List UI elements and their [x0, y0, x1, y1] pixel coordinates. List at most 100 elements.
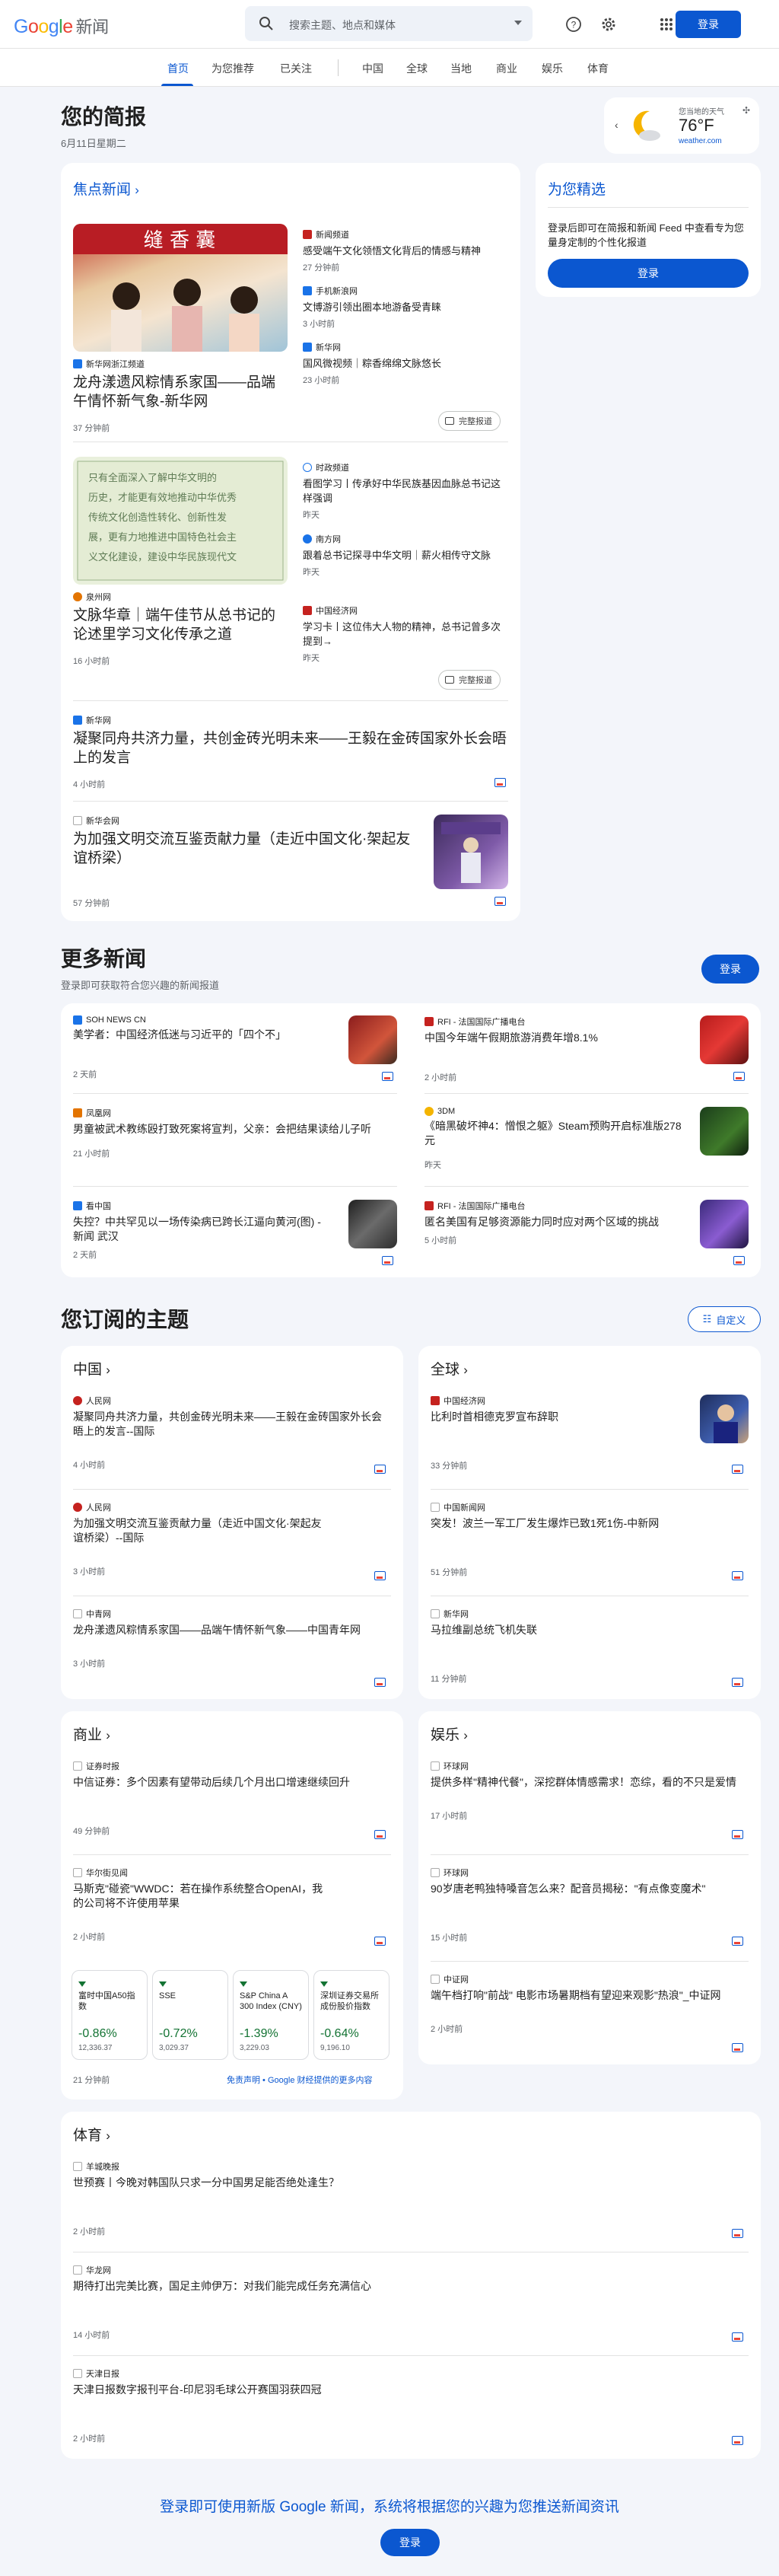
google-news-icon[interactable]	[732, 2229, 743, 2238]
full-coverage-button[interactable]: 完整报道	[438, 670, 501, 690]
tab-for-you[interactable]: 为您推荐	[211, 61, 254, 76]
story-title[interactable]: 为加强文明交流互鉴贡献力量（走近中国文化·架起友谊桥梁）	[73, 830, 415, 868]
item-title[interactable]: 匿名美国有足够资源能力同时应对两个区域的挑战	[424, 1215, 683, 1229]
item-title[interactable]: 失控？中共罕见以一场传染病已跨长江逼向黄河(图) - 新闻 武汉	[73, 1215, 332, 1244]
more-news-signin-button[interactable]: 登录	[701, 955, 759, 984]
topic-item[interactable]: 新华网 马拉维副总统飞机失联 11 分钟前	[431, 1608, 749, 1685]
tab-world[interactable]: 全球	[406, 61, 428, 76]
topic-item[interactable]: 环球网 90岁唐老鸭独特嗓音怎么来？配音员揭秘："有点像变魔术" 15 小时前	[431, 1867, 749, 1943]
google-news-icon[interactable]	[382, 1256, 393, 1265]
story-single[interactable]: 新华网 凝聚同舟共济力量，共创金砖光明未来——王毅在金砖国家外长会晤上的发言 4…	[73, 714, 508, 790]
story-title[interactable]: 凝聚同舟共济力量，共创金砖光明未来——王毅在金砖国家外长会晤上的发言	[73, 729, 508, 767]
topic-title-link[interactable]: 全球 ›	[431, 1358, 468, 1379]
side-story-title[interactable]: 国风微视频｜粽香绵绵文脉悠长	[303, 356, 507, 371]
google-news-icon[interactable]	[732, 1678, 743, 1687]
topic-item[interactable]: 人民网 为加强文明交流互鉴贡献力量（走近中国文化·架起友谊桥梁）--国际 3 小时前	[73, 1501, 332, 1577]
item-title[interactable]: 90岁唐老鸭独特嗓音怎么来？配音员揭秘："有点像变魔术"	[431, 1882, 749, 1896]
stock-quote-card[interactable]: S&P China A 300 Index (CNY) -1.39% 3,229.0…	[233, 1970, 309, 2060]
more-news-item[interactable]: 凤凰网 男童被武术教练殴打致死案将宣判，父亲：会把结果读给儿子听 21 小时前	[73, 1107, 397, 1159]
stock-quote-card[interactable]: 深圳证券交易所成份股价指数 -0.64% 9,196.10	[313, 1970, 390, 2060]
side-story[interactable]: 新闻频道 感受端午文化领悟文化背后的情感与精神 27 分钟前	[303, 228, 507, 285]
topic-item[interactable]: 人民网 凝聚同舟共济力量，共创金砖光明未来——王毅在金砖国家外长会晤上的发言--国…	[73, 1395, 391, 1471]
picks-signin-button[interactable]: 登录	[548, 259, 749, 288]
side-story-title[interactable]: 看图学习丨传承好中华民族基因血脉总书记这样强调	[303, 477, 507, 505]
topic-item[interactable]: 中国经济网 比利时首相德克罗宣布辞职 33 分钟前	[431, 1395, 689, 1471]
expand-icon[interactable]: ✣	[742, 105, 750, 116]
item-title[interactable]: 提供多样"精神代餐"，深挖群体情感需求！恋综，看的不只是爱情	[431, 1775, 749, 1790]
item-title[interactable]: 美学者：中国经济低迷与习近平的「四个不」	[73, 1028, 347, 1042]
tab-following[interactable]: 已关注	[280, 61, 312, 76]
sign-in-button[interactable]: 登录	[676, 11, 741, 38]
story-image-calligraphy[interactable]: 只有全面深入了解中华文明的 历史，才能更有效地推动中华优秀 传统文化创造性转化、创新…	[73, 457, 288, 585]
more-news-item[interactable]: 3DM 《暗黑破坏神4：憎恨之躯》Steam预购开启标准版278元 昨天	[424, 1107, 736, 1171]
google-news-icon[interactable]	[494, 897, 506, 906]
help-icon[interactable]: ?	[563, 14, 584, 35]
item-title[interactable]: 为加强文明交流互鉴贡献力量（走近中国文化·架起友谊桥梁）--国际	[73, 1516, 332, 1545]
top-stories-link[interactable]: 焦点新闻 ›	[73, 178, 139, 199]
topic-item[interactable]: 华尔街见闻 马斯克"碰瓷"WWDC：若在操作系统整合OpenAI，我的公司将不许使…	[73, 1867, 332, 1943]
google-news-icon[interactable]	[374, 1678, 386, 1687]
topic-title-link[interactable]: 中国 ›	[73, 1358, 110, 1379]
google-news-icon[interactable]	[732, 2436, 743, 2445]
topic-item[interactable]: 中青网 龙舟漾遗风粽情系家国——品端午情怀新气象——中国青年网 3 小时前	[73, 1608, 391, 1669]
side-story-title[interactable]: 文博游引领出圈本地游备受青睐	[303, 300, 507, 314]
side-story-title[interactable]: 跟着总书记探寻中华文明｜薪火相传守文脉	[303, 548, 507, 563]
tab-business[interactable]: 商业	[496, 61, 517, 76]
story-single[interactable]: 新华会网 为加强文明交流互鉴贡献力量（走近中国文化·架起友谊桥梁） 57 分钟前	[73, 815, 415, 909]
topic-item[interactable]: 中证网 端午档打响"前战" 电影市场暑期档有望迎来观影"热浪"_中证网 2 小时前	[431, 1973, 749, 2035]
google-news-logo[interactable]: Google 新闻	[14, 14, 109, 38]
item-title[interactable]: 天津日报数字报刊平台-印尼羽毛球公开赛国羽获四冠	[73, 2383, 727, 2397]
item-title[interactable]: 凝聚同舟共济力量，共创金砖光明未来——王毅在金砖国家外长会晤上的发言--国际	[73, 1410, 391, 1439]
stock-quote-card[interactable]: 富时中国A50指数 -0.86% 12,336.37	[72, 1970, 148, 2060]
item-title[interactable]: 马拉维副总统飞机失联	[431, 1623, 749, 1637]
chevron-down-icon[interactable]	[514, 21, 522, 25]
topic-item[interactable]: 华龙网 期待打出完美比赛，国足主帅伊万：对我们能完成任务充满信心 14 小时前	[73, 2264, 727, 2341]
search-box[interactable]: 搜索主题、地点和媒体	[245, 6, 533, 41]
story-title[interactable]: 龙舟漾遗风粽情系家国——品端午情怀新气象-新华网	[73, 373, 288, 411]
picks-title[interactable]: 为您精选	[548, 178, 606, 199]
more-news-item[interactable]: SOH NEWS CN 美学者：中国经济低迷与习近平的「四个不」 2 天前	[73, 1015, 385, 1080]
item-title[interactable]: 比利时首相德克罗宣布辞职	[431, 1410, 689, 1424]
google-news-icon[interactable]	[374, 1465, 386, 1474]
full-coverage-button[interactable]: 完整报道	[438, 411, 501, 431]
item-title[interactable]: 突发！波兰一军工厂发生爆炸已致1死1伤-中新网	[431, 1516, 749, 1531]
topic-title-link[interactable]: 体育 ›	[73, 2124, 110, 2144]
weather-widget[interactable]: ‹ 您当地的天气 76°F weather.com ✣	[604, 97, 759, 154]
story-main[interactable]: 泉州网 文脉华章｜端午佳节从总书记的论述里学习文化传承之道 16 小时前	[73, 591, 288, 667]
stock-quote-card[interactable]: SSE -0.72% 3,029.37	[152, 1970, 228, 2060]
google-news-icon[interactable]	[732, 1937, 743, 1946]
google-news-icon[interactable]	[733, 1072, 745, 1081]
story-title[interactable]: 文脉华章｜端午佳节从总书记的论述里学习文化传承之道	[73, 606, 288, 644]
google-news-icon[interactable]	[494, 778, 506, 787]
footer-signin-button[interactable]: 登录	[380, 2529, 440, 2556]
tab-entertainment[interactable]: 娱乐	[542, 61, 563, 76]
more-news-item[interactable]: 看中国 失控？中共罕见以一场传染病已跨长江逼向黄河(图) - 新闻 武汉 2 天…	[73, 1200, 347, 1261]
search-input[interactable]: 搜索主题、地点和媒体	[289, 18, 396, 33]
side-story[interactable]: 南方网 跟着总书记探寻中华文明｜薪火相传守文脉 昨天	[303, 533, 507, 604]
gear-icon[interactable]	[598, 14, 619, 35]
side-story[interactable]: 时政频道 看图学习丨传承好中华民族基因血脉总书记这样强调 昨天	[303, 461, 507, 533]
google-news-icon[interactable]	[732, 1830, 743, 1839]
topic-item[interactable]: 羊城晚报 世预赛丨今晚对韩国队只求一分中国男足能否绝处逢生？ 2 小时前	[73, 2160, 727, 2237]
item-thumbnail[interactable]	[700, 1107, 749, 1156]
item-title[interactable]: 期待打出完美比赛，国足主帅伊万：对我们能完成任务充满信心	[73, 2279, 727, 2294]
side-story-title[interactable]: 感受端午文化领悟文化背后的情感与精神	[303, 244, 507, 258]
item-thumbnail[interactable]	[348, 1200, 397, 1248]
tab-local[interactable]: 当地	[450, 61, 472, 76]
item-thumbnail[interactable]	[700, 1200, 749, 1248]
item-thumbnail[interactable]	[348, 1015, 397, 1064]
google-news-icon[interactable]	[733, 1256, 745, 1265]
item-title[interactable]: 端午档打响"前战" 电影市场暑期档有望迎来观影"热浪"_中证网	[431, 1988, 749, 2003]
more-news-item[interactable]: RFI - 法国国际广播电台 中国今年端午假期旅游消费年增8.1% 2 小时前	[424, 1015, 736, 1083]
chevron-left-icon[interactable]: ‹	[615, 119, 618, 131]
side-story[interactable]: 手机新浪网 文博游引领出圈本地游备受青睐 3 小时前	[303, 285, 507, 341]
side-story[interactable]: 新华网 国风微视频｜粽香绵绵文脉悠长 23 小时前	[303, 341, 507, 397]
google-news-icon[interactable]	[382, 1072, 393, 1081]
weather-source-link[interactable]: weather.com	[679, 137, 722, 145]
item-title[interactable]: 世预赛丨今晚对韩国队只求一分中国男足能否绝处逢生？	[73, 2176, 727, 2190]
google-news-icon[interactable]	[732, 2332, 743, 2342]
topic-title-link[interactable]: 商业 ›	[73, 1723, 110, 1744]
topic-item[interactable]: 环球网 提供多样"精神代餐"，深挖群体情感需求！恋综，看的不只是爱情 17 小时前	[431, 1760, 749, 1822]
item-title[interactable]: 中信证券：多个因素有望带动后续几个月出口增速继续回升	[73, 1775, 391, 1790]
story-thumbnail[interactable]	[434, 815, 508, 889]
